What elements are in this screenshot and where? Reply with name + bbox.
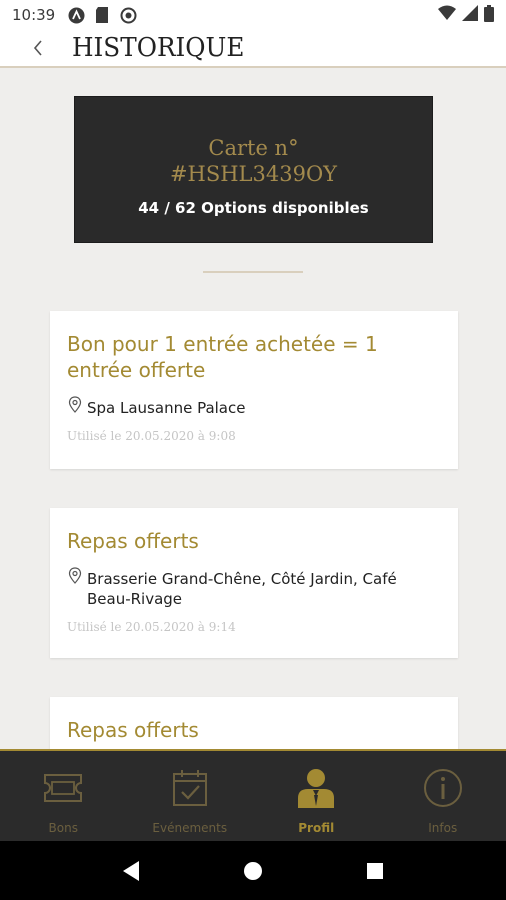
location-pin-icon (68, 567, 82, 584)
system-recents-button[interactable] (360, 856, 390, 886)
nav-label: Infos (428, 821, 458, 835)
bottom-navigation: Bons Evénements Profil Infos (0, 749, 506, 841)
person-icon (295, 767, 337, 809)
signal-icon (462, 5, 478, 25)
divider (203, 271, 303, 273)
calendar-check-icon (169, 767, 211, 809)
history-item[interactable]: Bon pour 1 entrée achetée = 1 entrée off… (50, 311, 458, 469)
recents-square-icon (367, 862, 383, 879)
nav-profil[interactable]: Profil (253, 751, 380, 841)
item-title: Bon pour 1 entrée achetée = 1 entrée off… (67, 332, 378, 382)
triangle-back-icon (123, 860, 139, 881)
battery-icon (484, 4, 494, 26)
item-title: Repas offerts (67, 529, 199, 553)
app-bar: HISTORIQUE (0, 30, 506, 68)
options-available: 44 / 62 Options disponibles (138, 199, 369, 217)
system-back-button[interactable] (116, 856, 146, 886)
item-place-label: Brasserie Grand-Chêne, Côté Jardin, Café… (87, 570, 397, 608)
page-title: HISTORIQUE (72, 33, 245, 63)
item-place: Brasserie Grand-Chêne, Côté Jardin, Café… (67, 567, 441, 609)
info-icon (422, 767, 464, 809)
back-button[interactable] (18, 29, 58, 67)
nav-infos[interactable]: Infos (380, 751, 506, 841)
item-title: Repas offerts (67, 718, 199, 742)
nav-label: Evénements (152, 821, 228, 835)
status-bar: 10:39 (0, 0, 506, 30)
sync-icon (119, 6, 137, 24)
nav-evenements[interactable]: Evénements (127, 751, 254, 841)
item-used-date: Utilisé le 20.05.2020 à 9:14 (67, 620, 236, 634)
item-used-date: Utilisé le 20.05.2020 à 9:08 (67, 429, 236, 443)
sd-card-icon (93, 6, 111, 24)
nav-bons[interactable]: Bons (0, 751, 127, 841)
member-card: Carte n° #HSHL3439OY 44 / 62 Options dis… (74, 96, 433, 243)
chevron-left-icon (33, 40, 42, 56)
history-item[interactable]: Repas offerts (50, 697, 458, 757)
location-pin-icon (68, 396, 82, 413)
system-navigation-bar (0, 841, 506, 900)
wifi-icon (438, 5, 456, 25)
nav-label: Profil (298, 821, 335, 835)
history-item[interactable]: Repas offerts Brasserie Grand-Chêne, Côt… (50, 508, 458, 658)
system-home-button[interactable] (238, 856, 268, 886)
nav-label: Bons (48, 821, 78, 835)
card-number: #HSHL3439OY (169, 162, 338, 186)
item-place-label: Spa Lausanne Palace (87, 399, 246, 417)
card-label: Carte n° (208, 136, 299, 160)
home-circle-icon (244, 861, 262, 880)
app-notification-icon (67, 6, 85, 24)
item-place: Spa Lausanne Palace (67, 396, 441, 418)
status-time: 10:39 (12, 6, 56, 24)
ticket-icon (42, 767, 84, 809)
